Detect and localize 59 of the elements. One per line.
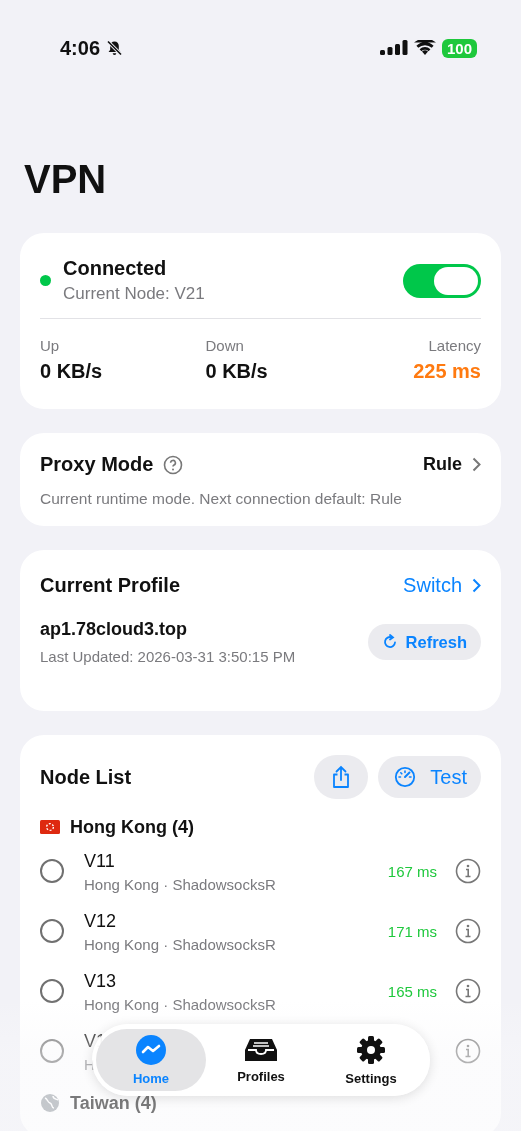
node-latency: 171 ms xyxy=(387,922,437,940)
profile-name: ap1.78cloud3.top xyxy=(40,619,189,640)
muted-bell-icon xyxy=(106,39,124,57)
group-name[interactable]: Hong Kong (4) xyxy=(70,816,194,838)
radio-button[interactable] xyxy=(40,859,64,883)
node-detail: Hong Kong · ShadowsocksR xyxy=(84,996,277,1013)
profile-title: Current Profile xyxy=(40,574,181,597)
node-list-title: Node List xyxy=(40,765,132,789)
tab-item[interactable]: Profiles xyxy=(206,1029,316,1091)
connection-status: Connected xyxy=(63,257,168,280)
radio-button[interactable] xyxy=(40,1039,64,1063)
speedometer-icon xyxy=(394,766,417,788)
info-icon[interactable] xyxy=(455,858,481,884)
battery-indicator: 100 xyxy=(441,38,477,58)
settings-icon xyxy=(356,1034,386,1065)
node-name: V11 xyxy=(84,851,116,872)
node-latency: 165 ms xyxy=(387,982,437,1000)
share-button[interactable] xyxy=(314,755,369,799)
page-title: VPN xyxy=(23,156,108,203)
tab-item[interactable]: Settings xyxy=(316,1029,426,1091)
node-name: V12 xyxy=(84,911,118,932)
group-name[interactable]: Taiwan (4) xyxy=(70,1092,157,1114)
radio-button[interactable] xyxy=(40,919,64,943)
stat-label: Down xyxy=(205,337,245,354)
stat-value: 0 KB/s xyxy=(40,360,104,383)
node-detail: Hong Kong · ShadowsocksR xyxy=(84,876,277,893)
wave-icon xyxy=(136,1034,166,1065)
globe-icon xyxy=(40,1093,60,1113)
chevron-icon xyxy=(472,578,481,593)
info-icon[interactable] xyxy=(455,918,481,944)
radio-button[interactable] xyxy=(40,979,64,1003)
current-node-label: Current Node: V21 xyxy=(63,284,206,304)
stat-label: Up xyxy=(40,337,61,354)
flag-icon xyxy=(40,820,60,834)
proxy-mode-card[interactable]: Proxy Mode Rule Current runtime mode. Next connection default: Rule xyxy=(20,433,501,526)
refresh-icon xyxy=(381,634,398,650)
info-icon[interactable] xyxy=(455,1038,481,1064)
chevron-icon xyxy=(472,457,481,472)
refresh-button[interactable]: Refresh xyxy=(367,624,481,660)
node-detail: Hong Kong · ShadowsocksR xyxy=(84,936,277,953)
proxy-mode-value: Rule xyxy=(423,454,462,475)
node-latency: 167 ms xyxy=(387,862,437,880)
help-icon[interactable] xyxy=(163,454,184,475)
signal-icon xyxy=(379,40,408,56)
node-name: V13 xyxy=(84,971,118,992)
tray-icon xyxy=(244,1036,278,1063)
share-icon xyxy=(331,765,352,789)
stat-label: Latency xyxy=(428,337,481,354)
wifi-icon xyxy=(413,40,436,56)
status-time: 4:06 xyxy=(60,36,101,60)
proxy-mode-description: Current runtime mode. Next connection default: Rule xyxy=(40,490,403,508)
proxy-mode-title: Proxy Mode xyxy=(40,453,154,476)
switch-link[interactable]: Switch xyxy=(403,574,481,597)
info-icon[interactable] xyxy=(455,978,481,1004)
test-button[interactable]: Test xyxy=(378,756,481,798)
last-updated: Last Updated: 2026-03-31 3:50:15 PM xyxy=(40,648,296,665)
stat-value: 0 KB/s xyxy=(205,360,269,383)
stat-value: 225 ms xyxy=(413,360,481,383)
vpn-toggle[interactable] xyxy=(403,263,481,298)
